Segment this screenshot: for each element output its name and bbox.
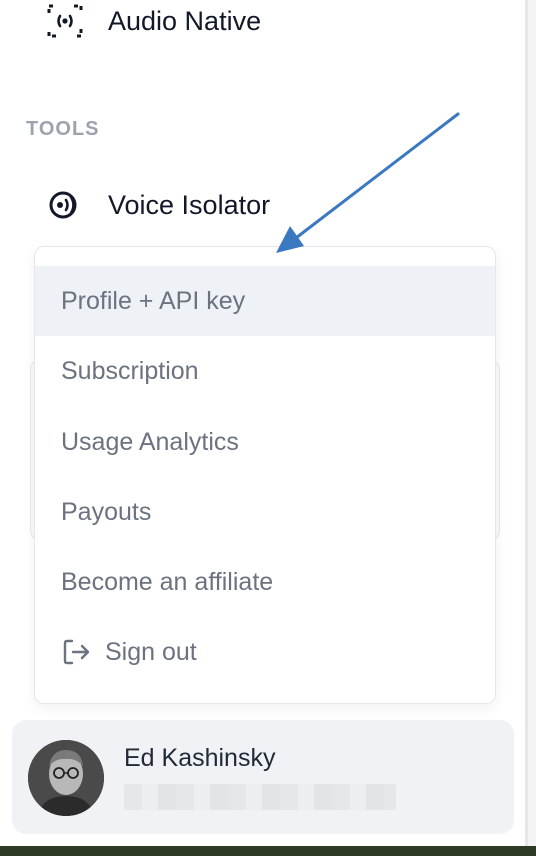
sidebar: Audio Native TOOLS Voice Isolator Profil…: [0, 0, 525, 856]
sidebar-item-label: Voice Isolator: [108, 189, 271, 220]
sidebar-item-audio-native[interactable]: Audio Native: [46, 2, 261, 40]
menu-item-payouts[interactable]: Payouts: [35, 477, 495, 547]
menu-item-label: Payouts: [61, 497, 152, 526]
avatar[interactable]: [28, 740, 104, 816]
menu-item-sign-out[interactable]: Sign out: [35, 617, 495, 687]
user-email-redacted: [124, 784, 396, 810]
menu-item-label: Subscription: [61, 356, 199, 385]
user-name: Ed Kashinsky: [124, 744, 276, 772]
sidebar-item-voice-isolator[interactable]: Voice Isolator: [46, 186, 270, 224]
menu-item-subscription[interactable]: Subscription: [35, 336, 495, 406]
menu-item-label: Become an affiliate: [61, 567, 274, 596]
background-strip: [0, 846, 536, 856]
content-edge: [528, 0, 536, 856]
voice-isolator-icon: [46, 186, 84, 224]
menu-item-usage-analytics[interactable]: Usage Analytics: [35, 407, 495, 477]
account-dropdown-menu: Profile + API key Subscription Usage Ana…: [34, 246, 496, 704]
user-account-card[interactable]: Ed Kashinsky: [12, 720, 514, 834]
menu-item-become-affiliate[interactable]: Become an affiliate: [35, 547, 495, 617]
menu-item-label: Sign out: [105, 637, 197, 666]
menu-item-profile-api-key[interactable]: Profile + API key: [35, 266, 495, 336]
audio-native-icon: [46, 2, 84, 40]
menu-item-label: Usage Analytics: [61, 427, 239, 456]
sidebar-item-label: Audio Native: [108, 5, 262, 36]
menu-item-label: Profile + API key: [61, 286, 246, 315]
sign-out-icon: [61, 637, 91, 667]
section-label-tools: TOOLS: [26, 118, 100, 140]
